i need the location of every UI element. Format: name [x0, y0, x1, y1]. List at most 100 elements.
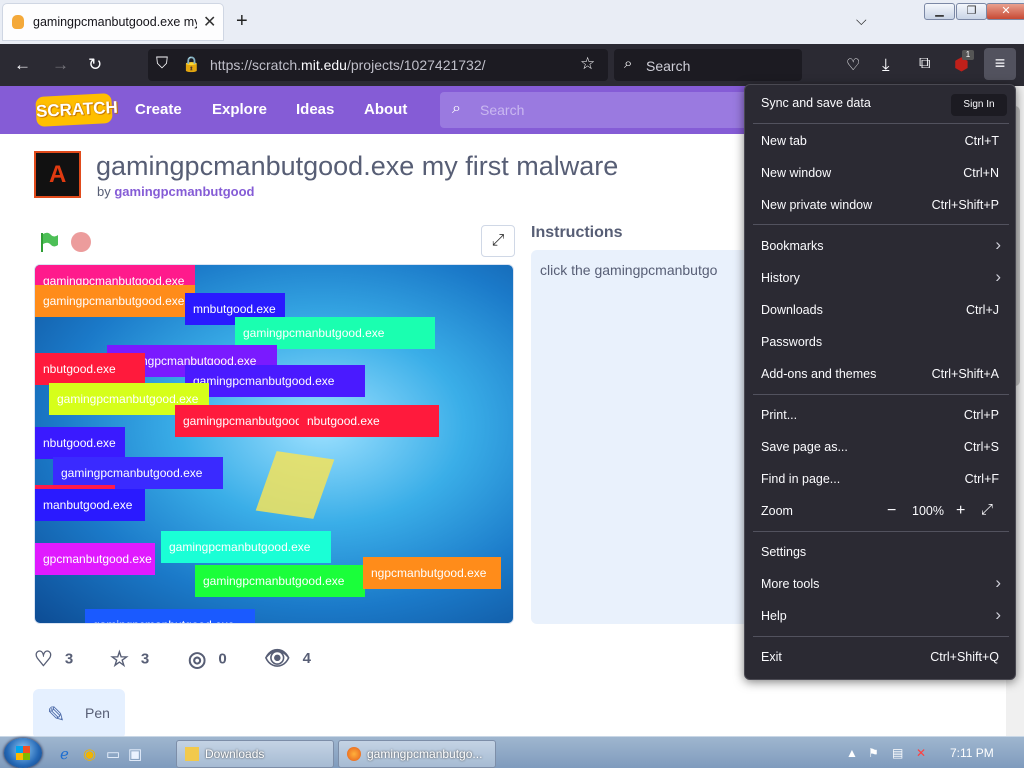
- start-button[interactable]: [4, 738, 42, 768]
- extension-badge: 1: [962, 50, 974, 60]
- remix-spiral-icon: ◎: [188, 648, 207, 671]
- star-icon: ☆: [110, 648, 129, 671]
- zoom-out-button[interactable]: −: [887, 502, 896, 520]
- menu-item-passwords[interactable]: Passwords: [753, 327, 1007, 357]
- new-tab-button[interactable]: +: [236, 10, 248, 33]
- forward-icon[interactable]: →: [52, 55, 69, 75]
- internet-explorer-icon[interactable]: ℯ: [60, 745, 69, 763]
- heart-icon: ♡: [34, 648, 53, 671]
- scratch-search-input[interactable]: ⌕ Search: [440, 92, 760, 128]
- taskbar-item-downloads[interactable]: Downloads: [176, 740, 334, 768]
- nav-ideas[interactable]: Ideas: [296, 101, 334, 118]
- action-center-flag-icon[interactable]: ⚑: [868, 746, 879, 760]
- extensions-icon[interactable]: ⧉: [919, 55, 930, 73]
- navigation-toolbar: ← → ↻ ⛉ 🔒 https://scratch.mit.edu/projec…: [0, 44, 1024, 86]
- app-menu-button[interactable]: ≡: [984, 48, 1016, 80]
- downloads-icon[interactable]: ⤓: [882, 55, 890, 75]
- favorite-stat[interactable]: ☆ 3: [110, 647, 149, 672]
- menu-item-save-page[interactable]: Save page as... Ctrl+S: [753, 432, 1007, 462]
- green-flag-icon[interactable]: [38, 231, 60, 253]
- nav-create[interactable]: Create: [135, 101, 182, 118]
- menu-item-addons[interactable]: Add-ons and themes Ctrl+Shift+A: [753, 359, 1007, 389]
- tab-scratch-project[interactable]: gamingpcmanbutgood.exe my first malware …: [3, 4, 223, 40]
- network-icon[interactable]: ▤: [892, 746, 903, 760]
- menu-item-new-tab[interactable]: New tab Ctrl+T: [753, 126, 1007, 156]
- menu-item-find[interactable]: Find in page... Ctrl+F: [753, 464, 1007, 494]
- zoom-in-button[interactable]: +: [956, 502, 965, 520]
- project-byline: by gamingpcmanbutgood: [97, 184, 255, 199]
- nav-about[interactable]: About: [364, 101, 407, 118]
- author-avatar[interactable]: [34, 151, 81, 198]
- stage-sprite-block: gamingpcmanbutgood.exe: [195, 565, 365, 597]
- bookmark-star-icon[interactable]: ☆: [580, 54, 595, 74]
- close-window-button[interactable]: ✕: [986, 3, 1024, 20]
- media-icon[interactable]: ▣: [128, 745, 142, 763]
- lock-icon[interactable]: 🔒: [182, 55, 201, 73]
- stage-sprite-block: gpcmanbutgood.exe: [35, 543, 155, 575]
- stage-sprite-block: nbutgood.exe: [35, 427, 125, 459]
- instructions-text: click the gamingpcmanbutgo: [540, 262, 718, 278]
- chevron-right-icon: ›: [995, 267, 1001, 286]
- folder-icon: [185, 747, 199, 761]
- search-icon: ⌕: [624, 55, 633, 72]
- tracking-protection-icon[interactable]: ⛉: [156, 55, 168, 73]
- menu-item-new-window[interactable]: New window Ctrl+N: [753, 158, 1007, 188]
- menu-item-history[interactable]: History ›: [753, 263, 1007, 293]
- remix-count: 0: [218, 650, 227, 668]
- search-placeholder: Search: [646, 58, 691, 74]
- menu-separator: [753, 224, 1009, 225]
- firefox-icon: [347, 747, 361, 761]
- sync-label: Sync and save data: [761, 96, 871, 110]
- url-bar[interactable]: ⛉ 🔒 https://scratch.mit.edu/projects/102…: [148, 49, 608, 81]
- search-bar[interactable]: ⌕ Search: [614, 49, 802, 81]
- sign-in-button[interactable]: Sign In: [951, 94, 1007, 116]
- minimize-button[interactable]: ▁: [924, 3, 955, 20]
- menu-item-exit[interactable]: Exit Ctrl+Shift+Q: [753, 642, 1007, 672]
- chevron-right-icon: ›: [995, 573, 1001, 592]
- fullscreen-icon[interactable]: ⤢: [981, 501, 993, 518]
- app-menu-panel: Sync and save data Sign In New tab Ctrl+T…: [744, 84, 1016, 680]
- clock[interactable]: 7:11 PM: [950, 746, 994, 760]
- stop-icon[interactable]: [71, 232, 91, 252]
- love-stat[interactable]: ♡ 3: [34, 647, 73, 672]
- pocket-icon[interactable]: ♡: [846, 55, 860, 75]
- taskbar-item-firefox[interactable]: gamingpcmanbutgo...: [338, 740, 496, 768]
- chevron-right-icon: ›: [995, 605, 1001, 624]
- volume-muted-icon[interactable]: ✕: [916, 746, 926, 760]
- project-stage[interactable]: gamingpcmanbutgood.exe gamingpcmanbutgood…: [34, 264, 514, 624]
- extension-label: Pen: [85, 705, 110, 721]
- stage-sprite-block: nbutgood.exe: [299, 405, 439, 437]
- menu-sync: Sync and save data Sign In: [753, 88, 1007, 118]
- chrome-icon[interactable]: ◉: [83, 745, 96, 763]
- stage-sprite-block: gamingpcmanbutgood.exe: [185, 365, 365, 397]
- nav-explore[interactable]: Explore: [212, 101, 267, 118]
- menu-item-new-private-window[interactable]: New private window Ctrl+Shift+P: [753, 190, 1007, 220]
- windows-logo-icon: [16, 746, 30, 760]
- menu-item-downloads[interactable]: Downloads Ctrl+J: [753, 295, 1007, 325]
- menu-separator: [753, 394, 1009, 395]
- views-count: 4: [302, 649, 312, 667]
- scratch-logo[interactable]: SCRATCH: [35, 93, 118, 127]
- list-all-tabs-icon[interactable]: ⌵: [856, 12, 867, 29]
- extension-pen[interactable]: ✎ Pen: [33, 689, 125, 736]
- menu-item-settings[interactable]: Settings: [753, 537, 1007, 567]
- show-hidden-icons[interactable]: ▲: [846, 746, 858, 760]
- zoom-level[interactable]: 100%: [912, 504, 944, 518]
- pen-icon: ✎: [47, 702, 66, 727]
- close-tab-icon[interactable]: ✕: [203, 12, 216, 32]
- menu-item-bookmarks[interactable]: Bookmarks ›: [753, 231, 1007, 261]
- menu-item-help[interactable]: Help ›: [753, 601, 1007, 631]
- author-link[interactable]: gamingpcmanbutgood: [114, 184, 254, 199]
- scratch-favicon-icon: [12, 15, 24, 29]
- maximize-button[interactable]: ❐: [956, 3, 987, 20]
- back-icon[interactable]: ←: [14, 55, 31, 75]
- reload-icon[interactable]: ↻: [88, 55, 102, 75]
- stage-sprite-block: manbutgood.exe: [35, 489, 145, 521]
- search-icon: ⌕: [452, 100, 461, 117]
- fullscreen-button[interactable]: ⤢: [481, 225, 515, 257]
- project-title: gamingpcmanbutgood.exe my first malware: [96, 151, 619, 181]
- computer-icon[interactable]: ▭: [106, 745, 120, 763]
- menu-separator: [753, 123, 1009, 124]
- menu-item-print[interactable]: Print... Ctrl+P: [753, 400, 1007, 430]
- menu-item-more-tools[interactable]: More tools ›: [753, 569, 1007, 599]
